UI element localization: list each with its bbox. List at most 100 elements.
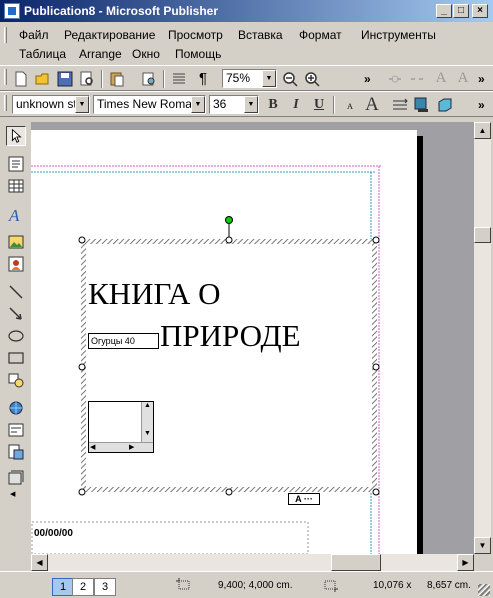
decrease-font-icon[interactable]: ᴀ <box>340 95 360 115</box>
text-frame-icon[interactable]: A <box>432 70 450 88</box>
shadow-icon[interactable] <box>413 96 431 114</box>
page-tab-1[interactable]: 1 <box>52 578 74 596</box>
scroll-left-icon[interactable]: ◀ <box>31 554 48 571</box>
font-size-select[interactable]: 36 ▼ <box>209 95 259 114</box>
menu-arrange[interactable]: Arrange <box>79 47 122 61</box>
paste-icon[interactable] <box>108 70 126 88</box>
heading-line-2[interactable]: ПРИРОДЕ <box>160 318 301 354</box>
3d-icon[interactable] <box>436 96 454 114</box>
pilcrow-icon[interactable]: ¶ <box>194 70 212 88</box>
date-text[interactable]: 00/00/00 <box>34 528 73 539</box>
italic-button[interactable]: I <box>286 95 306 115</box>
zoom-select[interactable]: 75% ▼ <box>222 69 277 88</box>
unlink-icon[interactable] <box>408 70 426 88</box>
increase-font-icon[interactable]: A <box>362 95 382 115</box>
menu-grip[interactable] <box>4 27 7 43</box>
scroll-left-icon[interactable]: ◀ <box>90 443 95 451</box>
bold-button[interactable]: B <box>263 95 283 115</box>
zoom-out-icon[interactable] <box>281 70 299 88</box>
scroll-right-icon[interactable]: ▶ <box>457 554 474 571</box>
menu-format[interactable]: Формат <box>299 28 342 42</box>
style-select[interactable]: unknown sty ▼ <box>12 95 90 114</box>
text-overflow-indicator[interactable]: A ··· <box>288 493 320 505</box>
rectangle-tool-icon[interactable] <box>6 348 26 368</box>
toolbar-grip[interactable] <box>4 69 7 85</box>
heading-line-1[interactable]: КНИГА О <box>88 276 221 312</box>
picture-frame-icon[interactable] <box>6 232 26 252</box>
scroll-down-icon[interactable]: ▼ <box>474 537 491 554</box>
object-size-height: 8,657 cm. <box>427 580 471 591</box>
maximize-button[interactable]: □ <box>453 4 469 18</box>
menu-view[interactable]: Просмотр <box>168 28 223 42</box>
horizontal-scroll-thumb[interactable] <box>331 554 381 571</box>
handle-middle-right <box>372 363 380 371</box>
close-button[interactable]: × <box>472 4 488 18</box>
scroll-down-icon[interactable]: ▼ <box>144 430 151 437</box>
font-select[interactable]: Times New Roman ▼ <box>93 95 206 114</box>
resize-grip[interactable] <box>478 584 490 596</box>
menu-insert[interactable]: Вставка <box>238 28 283 42</box>
embedded-list-box[interactable]: ▲ ▼ ◀ ▶ <box>88 401 154 453</box>
chevron-down-icon[interactable]: ▼ <box>75 96 89 113</box>
autoshapes-icon[interactable] <box>6 370 26 390</box>
vertical-scroll-thumb[interactable] <box>474 227 491 243</box>
text-rotate-icon[interactable]: A <box>454 70 472 88</box>
publisher-app-icon[interactable] <box>4 3 20 19</box>
chevron-down-icon[interactable]: ▼ <box>191 96 205 113</box>
list-box-vscroll[interactable]: ▲ ▼ <box>141 402 153 442</box>
clip-art-icon[interactable] <box>6 254 26 274</box>
format-painter-icon[interactable] <box>140 70 158 88</box>
html-fragment-icon[interactable] <box>6 442 26 462</box>
columns-icon[interactable] <box>170 70 188 88</box>
arrow-tool-icon[interactable] <box>6 304 26 324</box>
menu-window[interactable]: Окно <box>132 47 160 61</box>
scroll-left-icon[interactable]: ◀ <box>10 490 15 498</box>
vertical-scrollbar[interactable]: ▲ ▼ <box>474 122 491 554</box>
formatting-toolbar: unknown sty ▼ Times New Roman ▼ 36 ▼ B I… <box>0 91 493 117</box>
toolbar-more-chevron-2[interactable]: » <box>478 72 485 86</box>
pointer-icon[interactable] <box>6 126 26 146</box>
rotation-handle <box>225 216 233 224</box>
object-size-width: 10,076 x <box>373 580 412 591</box>
handle-top-right <box>372 236 380 244</box>
toolbar-grip[interactable] <box>4 95 7 111</box>
chevron-down-icon[interactable]: ▼ <box>262 70 276 87</box>
scroll-up-icon[interactable]: ▲ <box>474 122 491 139</box>
menu-help[interactable]: Помощь <box>175 47 221 61</box>
page-tab-3[interactable]: 3 <box>94 578 116 596</box>
line-tool-icon[interactable] <box>6 282 26 302</box>
menu-edit[interactable]: Редактирование <box>64 28 155 42</box>
underline-button[interactable]: U <box>309 95 329 115</box>
open-folder-icon[interactable] <box>34 70 52 88</box>
form-control-icon[interactable] <box>6 420 26 440</box>
embedded-text-field[interactable]: Огурцы 40 <box>88 333 159 349</box>
scroll-right-icon[interactable]: ▶ <box>129 443 134 451</box>
text-box-icon[interactable] <box>6 154 26 174</box>
menu-tools[interactable]: Инструменты <box>361 28 436 42</box>
design-gallery-icon[interactable] <box>6 468 26 488</box>
new-document-icon[interactable] <box>12 70 30 88</box>
print-preview-icon[interactable] <box>78 70 96 88</box>
oval-tool-icon[interactable] <box>6 326 26 346</box>
horizontal-scrollbar[interactable]: ◀ ▶ <box>31 554 474 571</box>
hotspot-icon[interactable] <box>6 398 26 418</box>
link-icon[interactable] <box>386 70 404 88</box>
status-bar: 1 2 3 9,400; 4,000 cm. 10,076 x 8,657 cm… <box>0 571 493 598</box>
line-spacing-icon[interactable] <box>391 96 409 114</box>
toolbar-more-chevron[interactable]: » <box>364 72 371 86</box>
zoom-in-icon[interactable] <box>303 70 321 88</box>
list-box-hscroll[interactable]: ◀ ▶ <box>89 442 153 452</box>
toolbar-more-chevron-3[interactable]: » <box>478 98 485 112</box>
wordart-icon[interactable]: A <box>6 204 26 224</box>
menu-table[interactable]: Таблица <box>19 47 66 61</box>
scroll-up-icon[interactable]: ▲ <box>144 402 151 409</box>
minimize-button[interactable]: _ <box>436 4 452 18</box>
save-icon[interactable] <box>56 70 74 88</box>
zoom-value: 75% <box>226 71 251 85</box>
chevron-down-icon[interactable]: ▼ <box>244 96 258 113</box>
object-size-icon <box>324 580 338 592</box>
table-icon[interactable] <box>6 176 26 196</box>
toolbar-separator <box>101 70 103 88</box>
page-tab-2[interactable]: 2 <box>72 578 94 596</box>
menu-file[interactable]: Файл <box>19 28 49 42</box>
